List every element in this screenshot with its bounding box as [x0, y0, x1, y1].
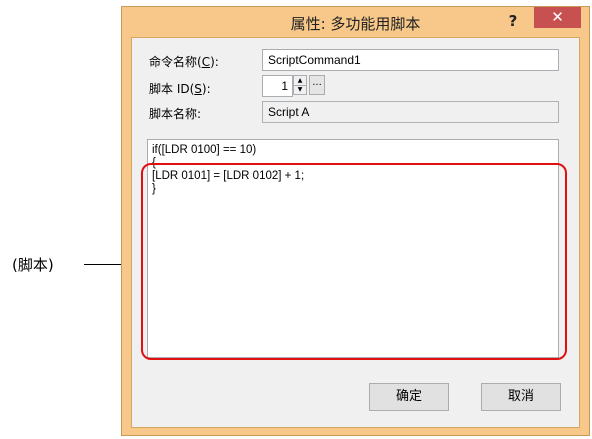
command-name-label: 命令名称(C):	[149, 55, 219, 69]
script-name-label: 脚本名称:	[149, 107, 202, 121]
dialog-client-area: 命令名称(C): ScriptCommand1 脚本 ID(S): 1 ▲ ▼ …	[131, 37, 580, 428]
script-name-field: Script A	[262, 101, 559, 123]
close-button[interactable]: ✕	[534, 7, 581, 28]
properties-dialog: 属性: 多功能用脚本 ? ✕ 命令名称(C): ScriptCommand1 脚…	[121, 6, 590, 436]
close-icon: ✕	[551, 8, 564, 26]
ok-button[interactable]: 确定	[369, 383, 449, 411]
command-name-input[interactable]: ScriptCommand1	[262, 49, 559, 71]
script-id-spinner[interactable]: ▲ ▼	[293, 75, 307, 95]
script-id-label: 脚本 ID(S):	[149, 82, 211, 96]
script-editor[interactable]: if([LDR 0100] == 10) { [LDR 0101] = [LDR…	[147, 139, 559, 358]
script-id-input[interactable]: 1	[262, 75, 293, 97]
cancel-button[interactable]: 取消	[481, 383, 561, 411]
help-button[interactable]: ?	[500, 11, 526, 31]
callout-label: (脚本)	[12, 256, 54, 274]
spin-down-icon[interactable]: ▼	[294, 85, 306, 94]
title-bar[interactable]: 属性: 多功能用脚本 ? ✕	[122, 7, 589, 37]
browse-button[interactable]: ...	[309, 75, 325, 95]
